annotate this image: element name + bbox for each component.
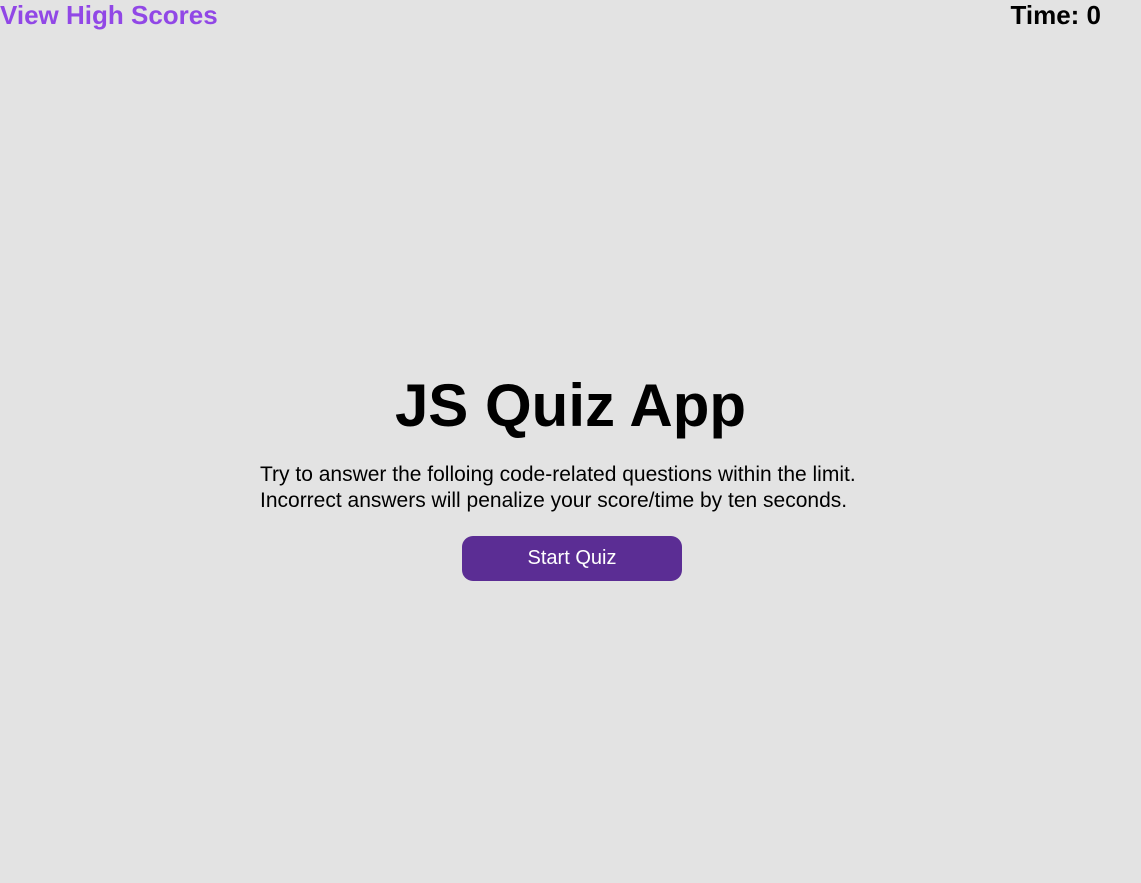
quiz-start-page: View High Scores Time: 0 JS Quiz App Try… xyxy=(0,0,1141,883)
instructions-line-2: Incorrect answers will penalize your sco… xyxy=(260,489,848,512)
view-high-scores-link[interactable]: View High Scores xyxy=(0,0,218,30)
start-quiz-button[interactable]: Start Quiz xyxy=(462,536,682,581)
instructions-text: Try to answer the folloing code-related … xyxy=(260,462,960,514)
instructions-line-1: Try to answer the folloing code-related … xyxy=(260,463,856,486)
timer-display: Time: 0 xyxy=(1010,0,1101,30)
page-title: JS Quiz App xyxy=(394,372,747,439)
